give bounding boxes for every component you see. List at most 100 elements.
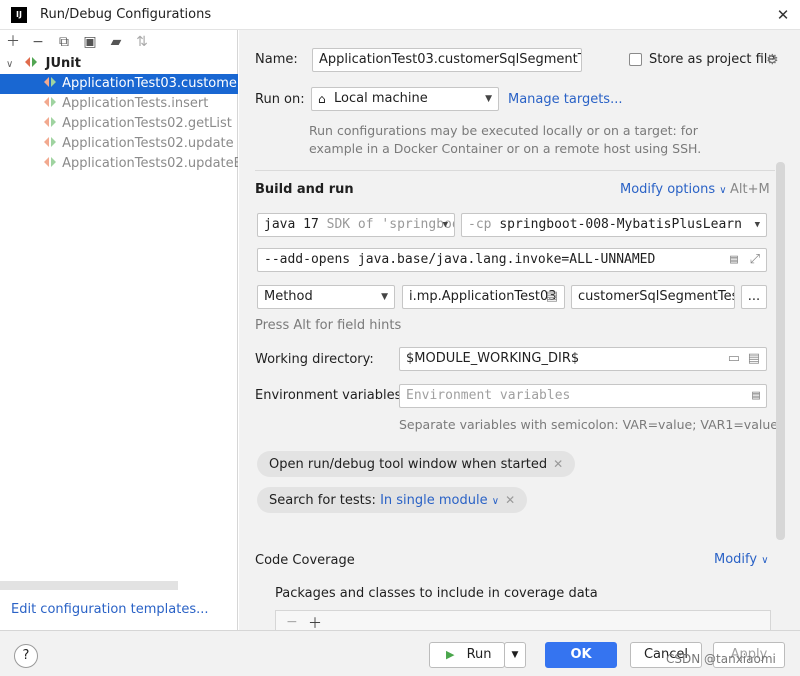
run-options-dropdown[interactable]: ▼: [504, 642, 526, 668]
help-button[interactable]: ?: [14, 644, 38, 668]
manage-targets-link[interactable]: Manage targets...: [508, 92, 622, 107]
store-project-label: Store as project file: [649, 52, 776, 67]
store-project-checkbox[interactable]: [629, 53, 642, 66]
run-icon: ▶: [446, 648, 455, 661]
jdk-main: java 17: [264, 217, 319, 232]
edit-templates-link[interactable]: Edit configuration templates...: [11, 602, 209, 617]
chevron-down-icon: ▼: [442, 220, 448, 230]
tree-item[interactable]: ApplicationTests02.getList: [0, 114, 238, 134]
close-icon[interactable]: ✕: [553, 457, 563, 471]
expand-icon[interactable]: ⤢: [750, 249, 760, 271]
plus-icon[interactable]: ＋: [308, 613, 322, 630]
tree-item-label: ApplicationTests.insert: [62, 96, 209, 111]
configuration-form: Name: ApplicationTest03.customerSqlSegme…: [239, 30, 800, 630]
tree-item[interactable]: ApplicationTests02.updateBalance: [0, 154, 238, 174]
intellij-logo-icon: IJ: [11, 7, 27, 23]
configurations-panel: ＋ − ⧉ ▣ ▰ ⇅ ∨ JUnit ApplicationTest03.cu…: [0, 30, 238, 630]
chevron-down-icon: ▼: [381, 292, 388, 302]
document-icon[interactable]: ▤: [546, 286, 558, 308]
browse-button[interactable]: ...: [741, 285, 767, 309]
test-class-value: i.mp.ApplicationTest03: [409, 289, 557, 304]
open-tool-window-chip[interactable]: Open run/debug tool window when started ✕: [257, 451, 576, 477]
chevron-down-icon: ▼: [485, 94, 492, 104]
working-directory-value: $MODULE_WORKING_DIR$: [406, 351, 580, 366]
run-button[interactable]: ▶ Run: [429, 642, 505, 668]
tree-item-label: ApplicationTests02.update: [62, 136, 234, 151]
modify-options-link[interactable]: Modify options ∨: [620, 182, 727, 197]
classpath-dropdown[interactable]: -cp springboot-008-MybatisPlusLearn ▼: [461, 213, 767, 237]
vm-options-input[interactable]: --add-opens java.base/java.lang.invoke=A…: [257, 248, 767, 272]
folder-add-icon[interactable]: ▰: [107, 33, 125, 51]
tree-group-junit[interactable]: ∨ JUnit: [0, 54, 238, 74]
env-vars-input[interactable]: Environment variables ▤: [399, 384, 767, 408]
test-class-input[interactable]: i.mp.ApplicationTest03 ▤: [402, 285, 565, 309]
run-on-label: Run on:: [255, 92, 305, 107]
chevron-down-icon: ∨: [491, 496, 500, 507]
vertical-scrollbar[interactable]: [776, 162, 785, 540]
coverage-list-toolbar: − ＋: [275, 610, 771, 630]
classpath-flag: -cp: [468, 217, 492, 232]
chevron-down-icon: ∨: [761, 555, 769, 566]
tree-item-label: ApplicationTest03.customerSqlSegmentTest: [62, 76, 238, 91]
title-bar: IJ Run/Debug Configurations ✕: [0, 0, 800, 30]
working-directory-input[interactable]: $MODULE_WORKING_DIR$ ▭ ▤: [399, 347, 767, 371]
tree-item[interactable]: ApplicationTests.insert: [0, 94, 238, 114]
minus-icon[interactable]: −: [29, 33, 47, 51]
document-icon[interactable]: ▤: [748, 348, 760, 370]
close-icon[interactable]: ✕: [772, 4, 794, 26]
test-kind-value: Method: [264, 289, 313, 304]
search-for-tests-chip[interactable]: Search for tests: In single module ∨ ✕: [257, 487, 528, 513]
copy-icon[interactable]: ⧉: [55, 33, 73, 51]
folder-icon[interactable]: ▭: [728, 348, 740, 370]
run-on-value: Local machine: [334, 91, 428, 106]
save-icon[interactable]: ▣: [81, 33, 99, 51]
chip-label: Open run/debug tool window when started: [269, 457, 548, 472]
env-vars-hint: Separate variables with semicolon: VAR=v…: [399, 417, 786, 432]
modify-options-label: Modify options: [620, 182, 716, 197]
test-config-icon: [44, 156, 60, 171]
run-on-dropdown[interactable]: ⌂ Local machine ▼: [311, 87, 499, 111]
tree-item-label: ApplicationTests02.getList: [62, 116, 232, 131]
document-icon[interactable]: ▤: [752, 385, 760, 407]
watermark: CSDN @tanxiaomi: [666, 652, 776, 666]
build-and-run-heading: Build and run: [255, 182, 354, 197]
coverage-modify-link[interactable]: Modify ∨: [714, 552, 769, 567]
window-title: Run/Debug Configurations: [40, 7, 212, 22]
test-kind-dropdown[interactable]: Method ▼: [257, 285, 395, 309]
modify-options-shortcut: Alt+M: [730, 182, 770, 197]
chevron-down-icon: ▼: [511, 650, 519, 660]
env-vars-label: Environment variables:: [255, 388, 406, 403]
name-input[interactable]: ApplicationTest03.customerSqlSegmentTest: [312, 48, 582, 72]
coverage-packages-label: Packages and classes to include in cover…: [275, 586, 598, 601]
gear-icon[interactable]: ⚙: [766, 52, 779, 68]
tree-item[interactable]: ApplicationTests02.update: [0, 134, 238, 154]
document-icon[interactable]: ▤: [730, 249, 738, 271]
sort-icon: ⇅: [136, 34, 148, 50]
working-directory-label: Working directory:: [255, 352, 374, 367]
junit-icon: [25, 56, 41, 71]
close-icon[interactable]: ✕: [505, 493, 515, 507]
chevron-down-icon: ▼: [754, 220, 760, 230]
classpath-value: springboot-008-MybatisPlusLearn: [499, 217, 742, 232]
test-method-input[interactable]: customerSqlSegmentTest: [571, 285, 735, 309]
tree-group-label: JUnit: [45, 56, 81, 71]
minus-icon: −: [286, 614, 298, 630]
jdk-dropdown[interactable]: java 17 SDK of 'springboot-008-MybatisPl…: [257, 213, 455, 237]
alt-hint: Press Alt for field hints: [255, 318, 402, 333]
horizontal-scrollbar[interactable]: [0, 581, 178, 590]
run-on-hint-line1: Run configurations may be executed local…: [309, 123, 698, 138]
coverage-modify-label: Modify: [714, 552, 758, 567]
run-on-hint-line2: example in a Docker Container or on a re…: [309, 141, 702, 156]
plus-icon[interactable]: ＋: [4, 33, 22, 51]
env-vars-placeholder: Environment variables: [406, 388, 571, 403]
name-label: Name:: [255, 52, 298, 67]
ok-button[interactable]: OK: [545, 642, 617, 668]
tree-item-label: ApplicationTests02.updateBalance: [62, 156, 238, 171]
test-config-icon: [44, 116, 60, 131]
divider: [255, 170, 775, 171]
test-config-icon: [44, 136, 60, 151]
vm-options-value: --add-opens java.base/java.lang.invoke=A…: [264, 252, 656, 267]
tree-item[interactable]: ApplicationTest03.customerSqlSegmentTest: [0, 74, 238, 94]
search-scope-value[interactable]: In single module: [380, 493, 488, 508]
code-coverage-heading: Code Coverage: [255, 553, 355, 568]
